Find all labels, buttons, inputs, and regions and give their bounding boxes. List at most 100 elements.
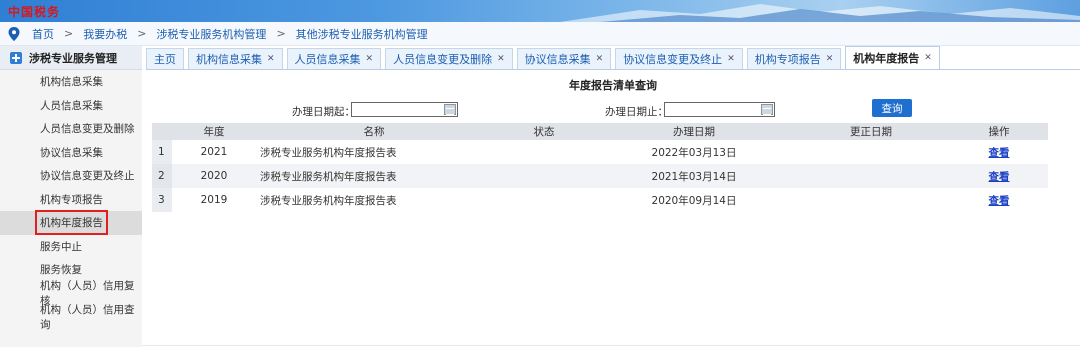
main-panel: 年度报告清单查询 办理日期起： 办理日期止： 查询 年度 名称 状态 办理日期 …	[146, 71, 1080, 347]
col-header-year: 年度	[172, 123, 256, 140]
tab-label: 机构信息采集	[196, 53, 262, 66]
calendar-icon[interactable]	[444, 104, 456, 115]
tab-label: 机构年度报告	[853, 52, 920, 65]
tab-agreement-info[interactable]: 协议信息采集 ✕	[516, 48, 612, 69]
row-name: 涉税专业服务机构年度报告表	[260, 194, 397, 207]
end-date-input[interactable]	[664, 102, 775, 117]
close-icon[interactable]: ✕	[596, 54, 604, 64]
tab-label: 机构专项报告	[754, 53, 821, 66]
breadcrumb-agency-mgmt[interactable]: 涉税专业服务机构管理	[156, 26, 266, 42]
view-link[interactable]: 查看	[989, 171, 1010, 183]
row-correction-date	[792, 188, 950, 212]
tab-agency-info[interactable]: 机构信息采集 ✕	[188, 48, 283, 69]
sidebar-item-label: 机构（人员）信用查询	[40, 303, 135, 331]
col-header-index	[152, 123, 172, 140]
start-date-label: 办理日期起：	[292, 106, 355, 118]
sidebar-item-annual-report[interactable]: 机构年度报告	[0, 210, 142, 236]
col-header-action: 操作	[950, 123, 1048, 140]
location-pin-icon	[8, 26, 20, 41]
breadcrumb-home[interactable]: 首页	[32, 26, 54, 42]
sidebar-item-label: 机构专项报告	[40, 193, 103, 206]
row-action-cell: 查看	[950, 188, 1048, 212]
tab-home[interactable]: 主页	[146, 48, 184, 69]
sidebar-item-credit-query[interactable]: 机构（人员）信用查询	[0, 303, 142, 331]
sidebar-item-staff-info[interactable]: 人员信息采集	[0, 94, 142, 118]
sidebar-item-service-suspend[interactable]: 服务中止	[0, 235, 142, 259]
sidebar-item-agreement-change[interactable]: 协议信息变更及终止	[0, 164, 142, 188]
view-link[interactable]: 查看	[989, 147, 1010, 159]
tab-label: 协议信息变更及终止	[623, 53, 723, 66]
close-icon[interactable]: ✕	[366, 54, 374, 64]
close-icon[interactable]: ✕	[826, 54, 834, 64]
tab-special-report[interactable]: 机构专项报告 ✕	[746, 48, 842, 69]
annual-report-table: 年度 名称 状态 办理日期 更正日期 操作 1 2021 涉税专业服务机构年度报…	[152, 123, 1048, 212]
table-header-row: 年度 名称 状态 办理日期 更正日期 操作	[152, 123, 1048, 140]
tab-staff-info[interactable]: 人员信息采集 ✕	[286, 48, 382, 69]
row-status	[492, 140, 596, 164]
close-icon[interactable]: ✕	[727, 54, 735, 64]
table-row: 1 2021 涉税专业服务机构年度报告表 2022年03月13日 查看	[152, 140, 1048, 164]
end-date-label: 办理日期止：	[605, 106, 668, 118]
row-date: 2021年03月14日	[596, 164, 792, 188]
col-header-status: 状态	[492, 123, 596, 140]
sidebar-item-agency-info[interactable]: 机构信息采集	[0, 70, 142, 94]
sidebar-item-label: 协议信息变更及终止	[40, 170, 135, 183]
row-index: 1	[152, 140, 172, 164]
close-icon[interactable]: ✕	[497, 54, 505, 64]
row-status	[492, 188, 596, 212]
row-year: 2020	[172, 164, 256, 188]
close-icon[interactable]: ✕	[924, 53, 932, 63]
sidebar-item-label: 机构信息采集	[40, 76, 103, 89]
tab-label: 人员信息变更及删除	[393, 53, 493, 66]
sidebar: 涉税专业服务管理 机构信息采集 人员信息采集 人员信息变更及删除 协议信息采集 …	[0, 46, 142, 347]
table-row: 2 2020 涉税专业服务机构年度报告表 2021年03月14日 查看	[152, 164, 1048, 188]
breadcrumb-tax-service[interactable]: 我要办税	[83, 26, 127, 42]
row-name: 涉税专业服务机构年度报告表	[256, 164, 492, 188]
col-header-name: 名称	[256, 123, 492, 140]
col-header-correction-date: 更正日期	[792, 123, 950, 140]
row-name: 涉税专业服务机构年度报告表	[260, 146, 397, 159]
tab-label: 主页	[154, 53, 176, 66]
sidebar-item-special-report[interactable]: 机构专项报告	[0, 188, 142, 212]
row-year: 2021	[200, 146, 228, 158]
row-correction-date	[792, 140, 950, 164]
divider	[142, 345, 1080, 346]
sidebar-item-label: 人员信息采集	[40, 99, 103, 112]
sidebar-item-label: 协议信息采集	[40, 146, 103, 159]
expand-icon	[10, 51, 22, 64]
row-action-cell: 查看	[950, 140, 1048, 164]
row-date: 2022年03月13日	[651, 146, 737, 159]
sidebar-item-label: 机构年度报告	[35, 210, 108, 236]
sidebar-item-staff-change[interactable]: 人员信息变更及删除	[0, 117, 142, 141]
sidebar-item-agreement-info[interactable]: 协议信息采集	[0, 141, 142, 165]
calendar-icon[interactable]	[761, 104, 773, 115]
row-status	[492, 164, 596, 188]
sidebar-item-label: 服务恢复	[40, 264, 82, 277]
top-banner: 中国税务	[0, 0, 1080, 22]
tab-annual-report[interactable]: 机构年度报告 ✕	[845, 46, 940, 69]
row-action-cell: 查看	[950, 164, 1048, 188]
sidebar-item-label: 服务中止	[40, 240, 82, 253]
tab-agreement-change[interactable]: 协议信息变更及终止 ✕	[615, 48, 743, 69]
row-correction-date	[792, 164, 950, 188]
close-icon[interactable]: ✕	[267, 54, 275, 64]
page-title: 年度报告清单查询	[569, 79, 657, 92]
row-index: 3	[152, 188, 172, 212]
breadcrumb-separator: >	[64, 27, 74, 40]
sidebar-menu: 机构信息采集 人员信息采集 人员信息变更及删除 协议信息采集 协议信息变更及终止…	[0, 70, 142, 331]
row-date: 2020年09月14日	[651, 194, 737, 207]
breadcrumb-separator: >	[276, 27, 286, 40]
row-year: 2019	[200, 194, 228, 206]
view-link[interactable]: 查看	[989, 195, 1010, 207]
sidebar-header[interactable]: 涉税专业服务管理	[0, 46, 142, 70]
start-date-input[interactable]	[351, 102, 458, 117]
table-row: 3 2019 涉税专业服务机构年度报告表 2020年09月14日 查看	[152, 188, 1048, 212]
query-button[interactable]: 查询	[872, 99, 912, 117]
tab-bar: 主页 机构信息采集 ✕ 人员信息采集 ✕ 人员信息变更及删除 ✕ 协议信息采集 ✕ 协议…	[146, 46, 1080, 70]
row-index: 2	[152, 164, 172, 188]
breadcrumb-other-agency-mgmt[interactable]: 其他涉税专业服务机构管理	[296, 26, 428, 42]
breadcrumb-separator: >	[137, 27, 147, 40]
breadcrumb: 首页 > 我要办税 > 涉税专业服务机构管理 > 其他涉税专业服务机构管理	[0, 22, 1080, 46]
mountain-graphic	[560, 4, 1080, 22]
tab-staff-change[interactable]: 人员信息变更及删除 ✕	[385, 48, 513, 69]
